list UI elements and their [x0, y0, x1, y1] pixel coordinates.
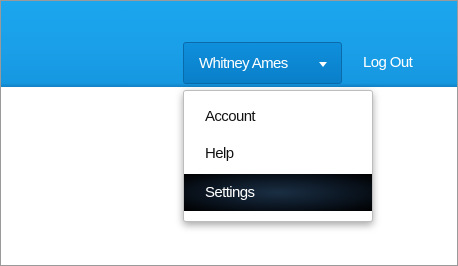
chevron-down-icon [319, 62, 327, 67]
user-name-label: Whitney Ames [199, 55, 288, 72]
menu-item-account[interactable]: Account [184, 98, 372, 135]
app-window: Whitney Ames Log Out Account Help Settin… [0, 0, 458, 266]
menu-item-settings[interactable]: Settings [184, 174, 372, 211]
user-menu-button[interactable]: Whitney Ames [183, 42, 342, 84]
top-header-bar: Whitney Ames Log Out [1, 1, 457, 87]
user-dropdown-menu: Account Help Settings [183, 90, 373, 222]
menu-item-help[interactable]: Help [184, 135, 372, 172]
logout-link[interactable]: Log Out [363, 54, 413, 71]
